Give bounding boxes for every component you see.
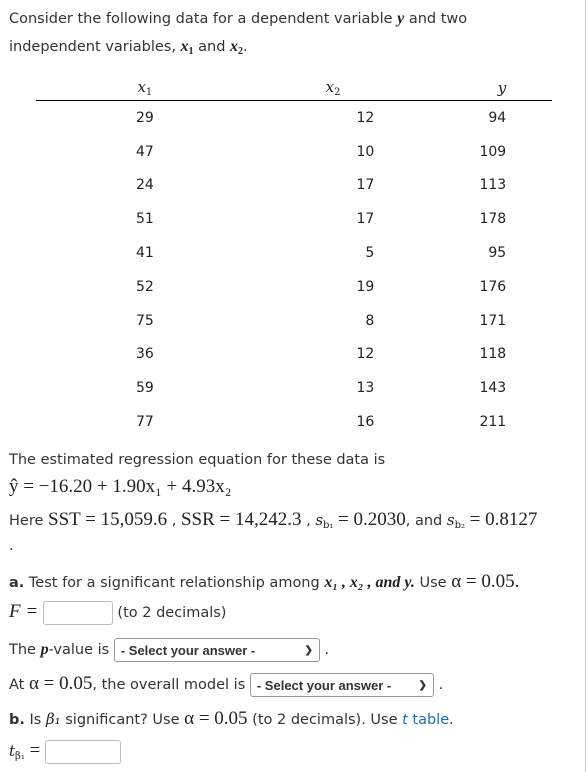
cell-y: 178 (479, 211, 507, 228)
intro-text-end: and two (408, 11, 468, 27)
data-table: x1 x2 y 29 12 94 47 10 109 24 17 113 51 17 178 41 5 95… (36, 76, 552, 439)
cell-x2: 19 (356, 278, 375, 295)
cell-x2: 5 (365, 245, 375, 262)
cell-x2: 8 (365, 312, 375, 329)
beta-1: β₁ (45, 710, 61, 728)
regression-intro: The estimated regression equation for th… (9, 452, 386, 468)
cell-x2: 13 (356, 380, 375, 397)
cell-y: 94 (488, 109, 507, 126)
cell-x2: 16 (356, 414, 375, 431)
cell-y: 171 (479, 312, 507, 329)
ssr-value: SSR = 14,242.3 (180, 509, 302, 530)
part-a-label: a. (9, 575, 25, 591)
intro-line-2: independent variables, x1 and x2. (9, 38, 248, 57)
intro-line-1: Consider the following data for a depend… (9, 10, 467, 28)
cell-x1: 41 (135, 245, 154, 262)
cell-y: 118 (479, 346, 507, 363)
table-row: 51 17 178 (36, 202, 552, 236)
f-label: F = (9, 601, 39, 622)
table-row: 24 17 113 (36, 169, 552, 203)
sb1-value: = 0.2030 (338, 509, 406, 530)
part-a-alpha: α = 0.05. (451, 571, 520, 592)
sb2-value: = 0.8127 (469, 509, 538, 530)
cell-x1: 24 (135, 177, 154, 194)
cell-x2: 12 (356, 346, 375, 363)
cell-x2: 12 (356, 109, 375, 126)
regression-equation: ŷ = −16.20 + 1.90x₁ + 4.93x₂ (9, 476, 232, 497)
cell-x2: 10 (356, 143, 375, 160)
f-hint: (to 2 decimals) (117, 605, 227, 621)
part-b-question: b. Is β₁ significant? Use α = 0.05 (to 2… (9, 708, 454, 729)
t-stat-row: tβ₁ = (9, 740, 121, 764)
cell-x2: 17 (356, 211, 375, 228)
sst-value: SST = 15,059.6 (48, 509, 168, 530)
cell-y: 176 (479, 278, 507, 295)
cell-x1: 59 (135, 380, 154, 397)
t-beta1-label: tβ₁ (9, 742, 25, 762)
table-row: 52 19 176 (36, 270, 552, 304)
cell-x1: 51 (135, 211, 154, 228)
p-value-row: The p-value is - Select your answer - ❯ … (9, 638, 329, 662)
cell-x1: 77 (135, 414, 154, 431)
var-x1: x1 (180, 38, 194, 57)
cell-x1: 52 (135, 278, 154, 295)
t-stat-input[interactable] (44, 740, 121, 764)
table-row: 41 5 95 (36, 236, 552, 270)
sb1-label: sb₁ (315, 511, 334, 531)
cell-y: 95 (488, 245, 507, 262)
table-header-row: x1 x2 y (36, 76, 552, 101)
table-row: 59 13 143 (36, 371, 552, 405)
cell-y: 109 (479, 143, 507, 160)
part-a-question: a. Test for a significant relationship a… (9, 571, 520, 592)
var-x2: x2 (230, 38, 244, 57)
model-row: At α = 0.05, the overall model is - Sele… (9, 673, 443, 697)
cell-x1: 36 (135, 346, 154, 363)
table-row: 75 8 171 (36, 304, 552, 338)
sb2-label: sb₂ (446, 511, 465, 531)
cell-x1: 47 (135, 143, 154, 160)
table-row: 47 10 109 (36, 135, 552, 169)
part-a-vars: x₁ , x₂ , and y. (324, 574, 415, 591)
f-stat-input[interactable] (42, 601, 113, 625)
intro-text: Consider the following data for a depend… (9, 11, 393, 27)
chevron-down-icon: ❯ (304, 644, 313, 656)
cell-x1: 75 (135, 312, 154, 329)
intro-text-2: independent variables, (9, 39, 176, 55)
p-value-select[interactable]: - Select your answer - ❯ (113, 638, 320, 662)
cell-x1: 29 (135, 109, 154, 126)
t-table-link[interactable]: t table (402, 712, 449, 728)
and-text: and (198, 39, 226, 55)
trailing-dot: . (9, 538, 14, 554)
table-row: 77 16 211 (36, 405, 552, 439)
regression-stats: Here SST = 15,059.6 , SSR = 14,242.3 , s… (9, 509, 538, 531)
table-row: 29 12 94 (36, 101, 552, 135)
cell-y: 211 (479, 414, 507, 431)
cell-x2: 17 (356, 177, 375, 194)
header-x2: x2 (253, 76, 413, 101)
header-y: y (412, 76, 507, 101)
chevron-down-icon: ❯ (418, 679, 427, 691)
part-b-label: b. (9, 712, 25, 728)
f-stat-row: F = (to 2 decimals) (9, 601, 226, 625)
cell-y: 113 (479, 177, 507, 194)
scrollbar-edge (585, 0, 586, 772)
var-y: y (397, 10, 405, 27)
model-significance-select[interactable]: - Select your answer - ❯ (249, 673, 434, 697)
table-row: 36 12 118 (36, 338, 552, 372)
header-x1: x1 (36, 76, 254, 101)
cell-y: 143 (479, 380, 507, 397)
